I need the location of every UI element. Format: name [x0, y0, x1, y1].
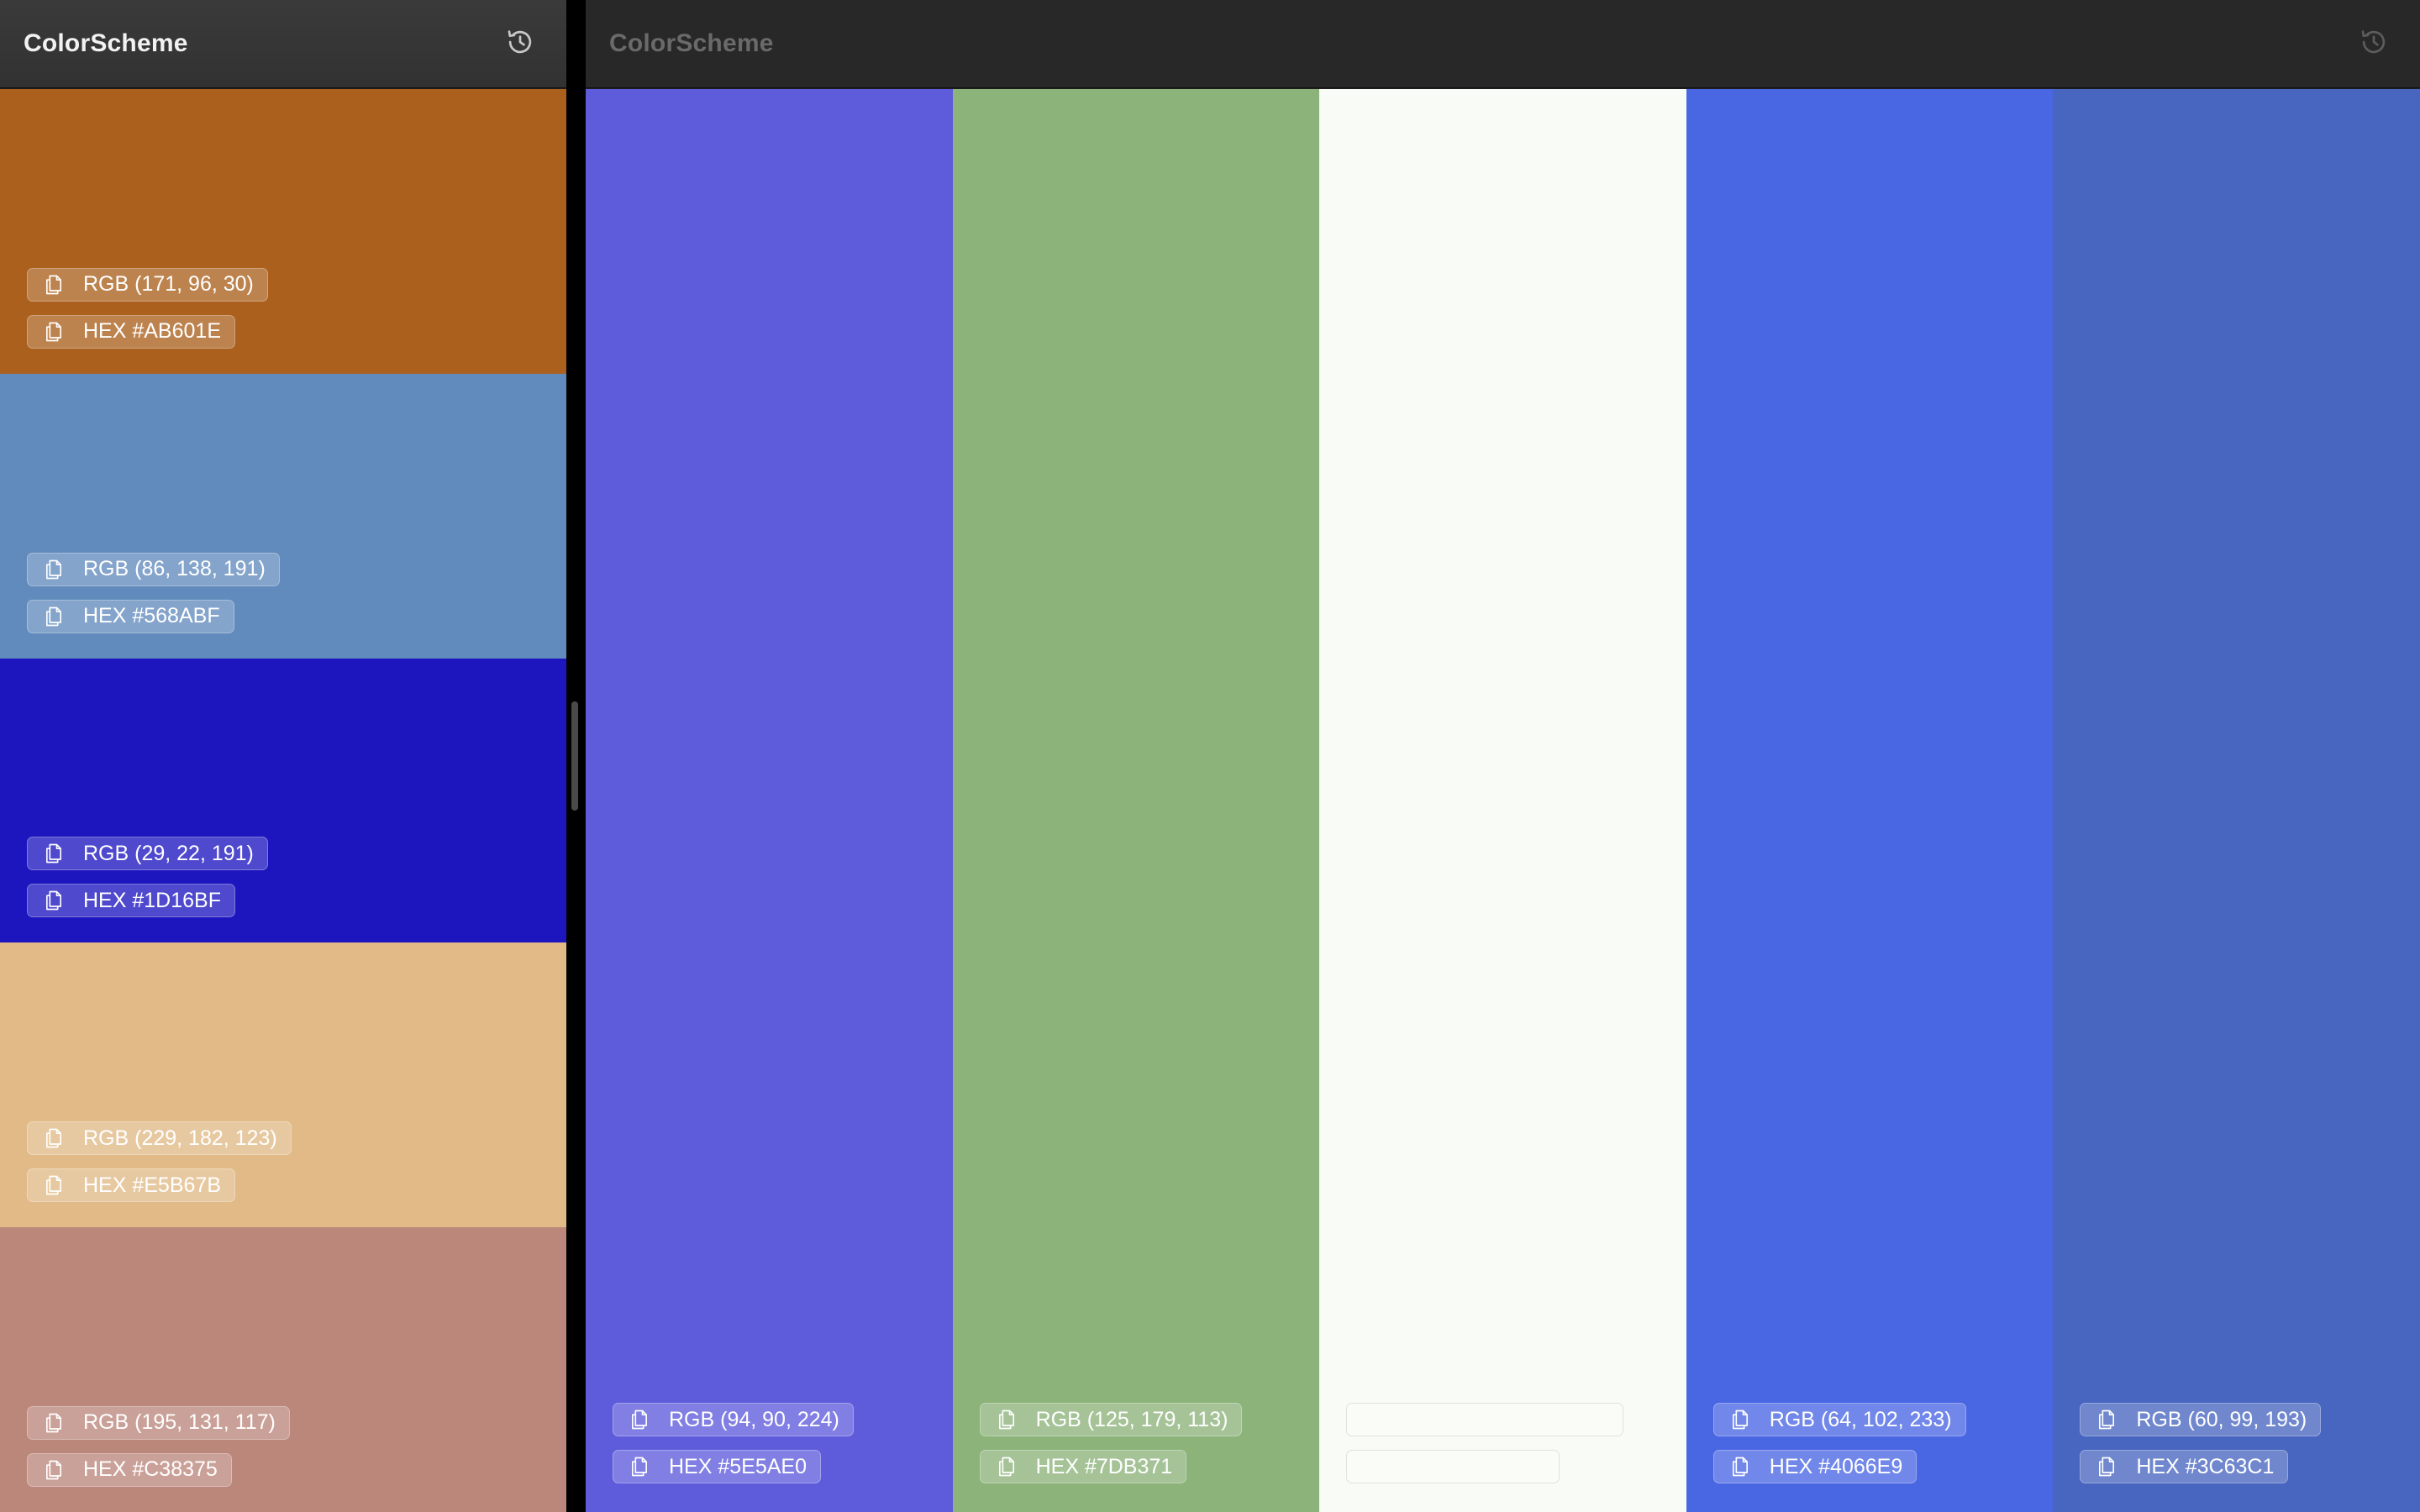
hex-value: HEX #5E5AE0: [669, 1454, 807, 1478]
copy-rgb-button[interactable]: RGB (64, 102, 233): [1712, 1403, 1966, 1436]
hex-value: HEX #4066E9: [1769, 1454, 1903, 1478]
copy-hex-button[interactable]: HEX #568ABF: [27, 599, 234, 633]
copy-icon: [39, 1124, 68, 1152]
copy-icon: [39, 1456, 68, 1484]
history-icon: [504, 26, 536, 62]
hex-value: HEX #AB601E: [83, 319, 221, 344]
history-button[interactable]: [497, 21, 543, 66]
swatch-stack: RGB (171, 96, 30) HEX #AB601E RGB (86, 1…: [0, 89, 566, 1512]
copy-icon: [625, 1405, 654, 1434]
app-title: ColorScheme: [609, 29, 774, 57]
hex-value: HEX #568ABF: [83, 604, 220, 628]
rgb-value: RGB (86, 138, 191): [83, 557, 266, 581]
swatch-columns: RGB (94, 90, 224) HEX #5E5AE0 RGB (125, …: [586, 89, 2420, 1512]
copy-rgb-button[interactable]: RGB (195, 131, 117): [27, 1405, 290, 1440]
color-codes: RGB (229, 182, 123) HEX #E5B67B: [27, 1121, 292, 1203]
copy-hex-button[interactable]: HEX #C38375: [27, 1452, 232, 1487]
copy-hex-button[interactable]: HEX #1D16BF: [27, 884, 235, 918]
copy-icon: [39, 1171, 68, 1200]
color-codes: RGB (60, 99, 193) HEX #3C63C1: [2080, 1403, 2322, 1483]
history-icon: [2358, 26, 2390, 62]
copy-hex-button[interactable]: HEX #7DB371: [979, 1450, 1187, 1483]
copy-hex-button[interactable]: HEX #4066E9: [1712, 1450, 1918, 1483]
hex-value: HEX #C38375: [83, 1457, 218, 1482]
color-swatch: RGB (86, 138, 191) HEX #568ABF: [0, 373, 566, 659]
copy-icon: [2092, 1405, 2121, 1434]
color-codes: RGB (64, 102, 233) HEX #4066E9: [1712, 1403, 1966, 1483]
color-swatch: [1319, 89, 1686, 1512]
copy-icon: [2092, 1452, 2121, 1481]
color-swatch: RGB (125, 179, 113) HEX #7DB371: [952, 89, 1320, 1512]
copy-hex-button[interactable]: HEX #5E5AE0: [613, 1450, 821, 1483]
rgb-value: RGB (64, 102, 233): [1769, 1407, 1952, 1431]
rgb-value: RGB (195, 131, 117): [83, 1410, 276, 1435]
color-swatch: RGB (229, 182, 123) HEX #E5B67B: [0, 942, 566, 1228]
color-swatch: RGB (64, 102, 233) HEX #4066E9: [1686, 89, 2054, 1512]
copy-icon: [992, 1405, 1021, 1434]
history-button[interactable]: [2351, 21, 2396, 66]
split-divider: [566, 0, 586, 1512]
copy-icon: [39, 602, 68, 631]
color-codes: RGB (125, 179, 113) HEX #7DB371: [979, 1403, 1243, 1483]
rgb-value: RGB (171, 96, 30): [83, 272, 254, 297]
rgb-value: RGB (229, 182, 123): [83, 1126, 277, 1150]
titlebar: ColorScheme: [0, 0, 566, 88]
hex-value: HEX #1D16BF: [83, 888, 221, 912]
copy-rgb-button[interactable]: RGB (86, 138, 191): [27, 552, 280, 586]
color-swatch: RGB (94, 90, 224) HEX #5E5AE0: [586, 89, 953, 1512]
titlebar: ColorScheme: [586, 0, 2420, 88]
copy-rgb-button[interactable]: RGB (171, 96, 30): [27, 267, 268, 302]
copy-hex-button[interactable]: HEX #3C63C1: [2080, 1450, 2289, 1483]
copy-rgb-button[interactable]: RGB (94, 90, 224): [613, 1403, 854, 1436]
copy-rgb-button[interactable]: RGB (60, 99, 193): [2080, 1403, 2322, 1436]
color-codes: RGB (86, 138, 191) HEX #568ABF: [27, 552, 280, 633]
copy-hex-button[interactable]: HEX #AB601E: [27, 314, 235, 349]
copy-icon: [1726, 1452, 1754, 1481]
copy-icon: [625, 1452, 654, 1481]
copy-icon: [39, 1409, 68, 1437]
copy-icon: [1726, 1405, 1754, 1434]
rgb-value: RGB (125, 179, 113): [1035, 1407, 1228, 1431]
rgb-value: RGB (94, 90, 224): [669, 1407, 839, 1431]
copy-icon: [39, 270, 68, 299]
color-swatch: RGB (195, 131, 117) HEX #C38375: [0, 1227, 566, 1512]
rgb-value: RGB (60, 99, 193): [2136, 1407, 2307, 1431]
color-codes: RGB (29, 22, 191) HEX #1D16BF: [27, 837, 268, 918]
copy-rgb-button[interactable]: RGB (125, 179, 113): [979, 1403, 1243, 1436]
copy-rgb-button[interactable]: [1346, 1403, 1624, 1436]
color-swatch: RGB (171, 96, 30) HEX #AB601E: [0, 89, 566, 374]
copy-icon: [39, 555, 68, 584]
color-codes: RGB (195, 131, 117) HEX #C38375: [27, 1405, 290, 1487]
copy-icon: [39, 839, 68, 868]
divider-handle[interactable]: [571, 701, 578, 811]
color-codes: RGB (94, 90, 224) HEX #5E5AE0: [613, 1403, 854, 1483]
app-title: ColorScheme: [24, 29, 188, 57]
hex-value: HEX #3C63C1: [2136, 1454, 2275, 1478]
copy-icon: [39, 886, 68, 915]
copy-hex-button[interactable]: HEX #E5B67B: [27, 1168, 235, 1203]
hex-value: HEX #7DB371: [1035, 1454, 1173, 1478]
copy-rgb-button[interactable]: RGB (29, 22, 191): [27, 837, 268, 871]
left-window: ColorScheme RGB (171, 96, 30) HEX #AB601…: [0, 0, 566, 1512]
color-swatch: RGB (60, 99, 193) HEX #3C63C1: [2053, 89, 2420, 1512]
copy-icon: [992, 1452, 1021, 1481]
rgb-value: RGB (29, 22, 191): [83, 841, 254, 865]
copy-icon: [39, 318, 68, 346]
color-swatch: RGB (29, 22, 191) HEX #1D16BF: [0, 658, 566, 943]
color-codes: [1346, 1403, 1624, 1483]
right-window: ColorScheme RGB (94, 90, 224) HEX #5E5AE…: [586, 0, 2420, 1512]
hex-value: HEX #E5B67B: [83, 1173, 221, 1197]
copy-rgb-button[interactable]: RGB (229, 182, 123): [27, 1121, 292, 1156]
copy-hex-button[interactable]: [1346, 1450, 1560, 1483]
color-codes: RGB (171, 96, 30) HEX #AB601E: [27, 267, 268, 349]
